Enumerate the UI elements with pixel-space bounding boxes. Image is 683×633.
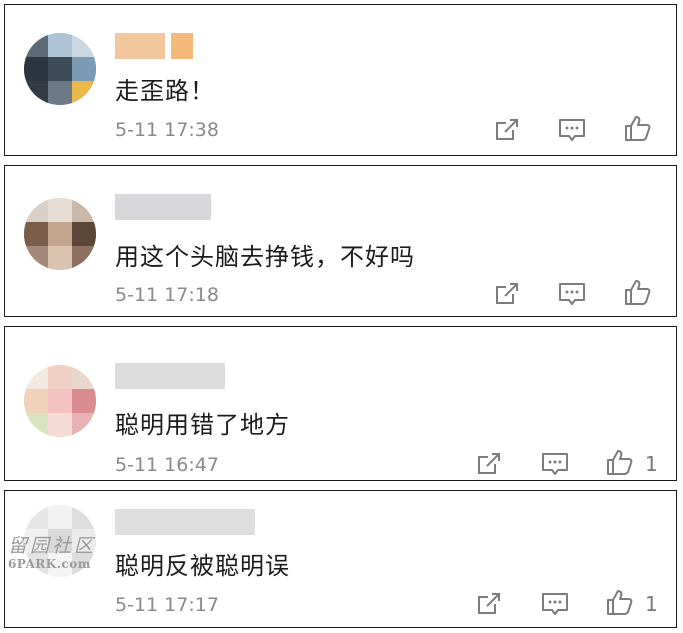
avatar[interactable] <box>24 33 96 105</box>
watermark: 留园社区 6PARK.com <box>8 535 104 571</box>
like-icon[interactable] <box>605 447 635 477</box>
like-count: 1 <box>645 452 658 476</box>
username[interactable] <box>115 509 255 535</box>
avatar[interactable] <box>24 365 96 437</box>
like-icon[interactable] <box>623 113 653 143</box>
share-icon[interactable] <box>492 115 522 145</box>
comment-card: 聪明反被聪明误 5-11 17:17 1 <box>4 490 677 628</box>
watermark-cn: 留园社区 <box>8 535 97 557</box>
like-icon[interactable] <box>605 587 635 617</box>
comment-time: 5-11 16:47 <box>115 454 219 476</box>
comment-text: 走歪路！ <box>115 77 215 105</box>
watermark-en: 6PARK.com <box>8 557 91 571</box>
reply-icon[interactable] <box>557 115 587 145</box>
comment-card: 聪明用错了地方 5-11 16:47 1 <box>4 326 677 481</box>
share-icon[interactable] <box>474 589 504 619</box>
comment-time: 5-11 17:17 <box>115 594 219 616</box>
like-count: 1 <box>645 592 658 616</box>
like-icon[interactable] <box>623 277 653 307</box>
reply-icon[interactable] <box>540 589 570 619</box>
username[interactable] <box>115 194 211 220</box>
avatar[interactable] <box>24 198 96 270</box>
username[interactable] <box>115 33 195 59</box>
comment-card: 走歪路！ 5-11 17:38 <box>4 4 677 156</box>
comment-time: 5-11 17:38 <box>115 119 219 141</box>
username[interactable] <box>115 363 225 389</box>
comment-time: 5-11 17:18 <box>115 284 219 306</box>
reply-icon[interactable] <box>540 449 570 479</box>
share-icon[interactable] <box>492 279 522 309</box>
comment-text: 聪明用错了地方 <box>115 411 290 439</box>
comment-text: 聪明反被聪明误 <box>115 552 290 580</box>
comment-card: 用这个头脑去挣钱，不好吗 5-11 17:18 <box>4 165 677 317</box>
reply-icon[interactable] <box>557 279 587 309</box>
share-icon[interactable] <box>474 449 504 479</box>
comment-text: 用这个头脑去挣钱，不好吗 <box>115 243 415 271</box>
